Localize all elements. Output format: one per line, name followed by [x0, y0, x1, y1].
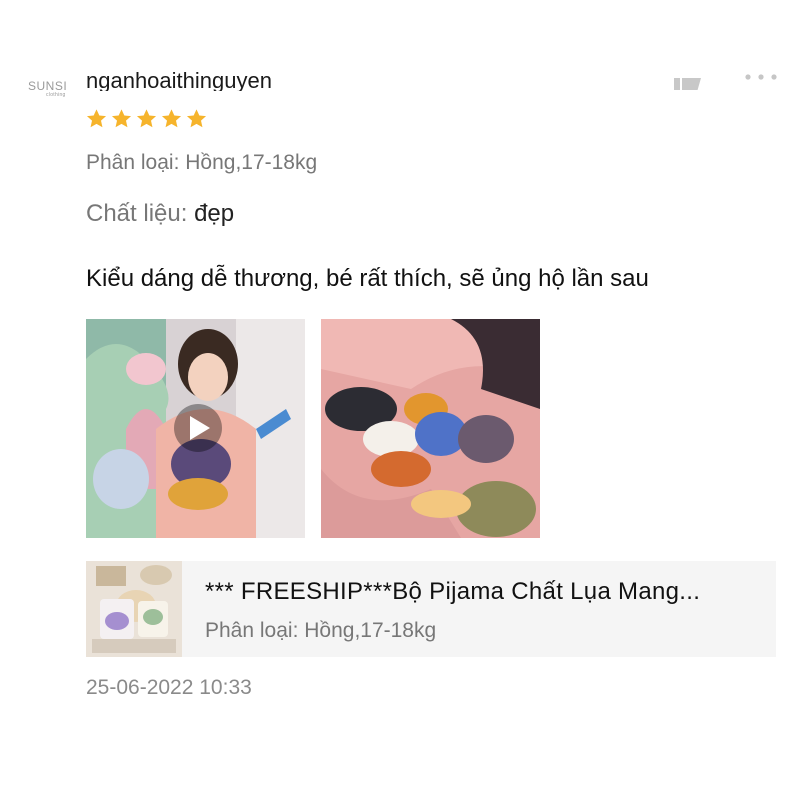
reviewer-username-text: nganhoaithinguyen: [86, 68, 272, 92]
product-title[interactable]: *** FREESHIP***Bộ Pijama Chất Lụa Mang..…: [205, 578, 765, 606]
review-video-thumbnail[interactable]: [86, 319, 305, 538]
shop-logo-subtext: clothing: [46, 92, 66, 98]
product-thumbnail: [86, 561, 182, 657]
review-variant: Phân loại: Hồng,17-18kg: [86, 151, 318, 174]
more-options-icon[interactable]: [743, 68, 779, 82]
thumbs-up-icon[interactable]: [673, 74, 703, 90]
product-card[interactable]: *** FREESHIP***Bộ Pijama Chất Lụa Mang..…: [86, 561, 776, 657]
review-material: Chất liệu: đẹp: [86, 200, 234, 228]
star-icon: [136, 109, 157, 128]
star-icon: [161, 109, 182, 128]
shop-logo-text: SUNSI: [28, 79, 68, 93]
material-label: Chất liệu:: [86, 200, 188, 227]
star-rating: [85, 108, 208, 130]
review-timestamp: 25-06-2022 10:33: [86, 676, 252, 699]
shop-logo: SUNSI clothing: [28, 80, 68, 100]
star-icon: [86, 109, 107, 128]
review-photo-thumbnail[interactable]: [321, 319, 540, 538]
product-variant: Phân loại: Hồng,17-18kg: [205, 619, 437, 642]
reviewer-username[interactable]: nganhoaithinguyen: [86, 58, 272, 92]
material-value: đẹp: [194, 200, 235, 227]
star-icon: [111, 109, 132, 128]
star-icon: [186, 109, 207, 128]
review-comment: Kiểu dáng dễ thương, bé rất thích, sẽ ủn…: [86, 265, 649, 292]
